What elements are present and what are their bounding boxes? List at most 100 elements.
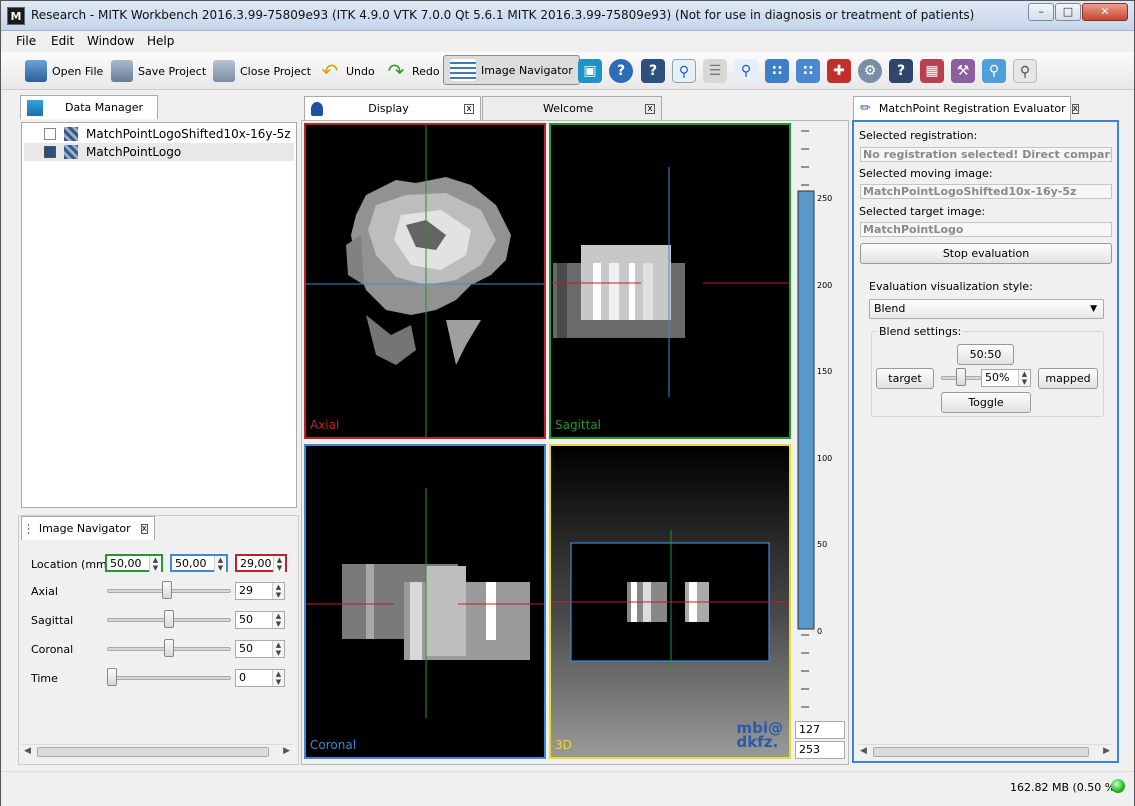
time-value: 0 bbox=[239, 671, 246, 684]
help-icon[interactable]: ? bbox=[609, 59, 633, 83]
level-window-widget[interactable]: 250 200 150 100 50 0 bbox=[795, 123, 845, 721]
coronal-spinbox[interactable]: 50 ▲ ▼ bbox=[235, 640, 285, 658]
axial-view[interactable]: Axial bbox=[304, 123, 546, 439]
location-x-input[interactable]: 50,00 ▲ ▼ bbox=[105, 554, 163, 572]
axial-spinbox[interactable]: 29 ▲ ▼ bbox=[235, 582, 285, 600]
visualize-icon[interactable]: ⚲ bbox=[982, 59, 1006, 83]
query-icon[interactable]: ? bbox=[889, 59, 913, 83]
menu-edit[interactable]: Edit bbox=[51, 34, 74, 48]
spin-arrows-icon[interactable]: ▲ ▼ bbox=[272, 612, 284, 628]
location-y-input[interactable]: 50,00 ▲ ▼ bbox=[170, 554, 228, 572]
blend-mapped-button[interactable]: mapped bbox=[1038, 368, 1098, 389]
visibility-checkbox[interactable] bbox=[44, 128, 56, 140]
save-project-button[interactable]: Save Project bbox=[111, 57, 206, 85]
open-file-button[interactable]: Open File bbox=[25, 57, 103, 85]
location-y-value: 50,00 bbox=[175, 557, 207, 570]
tab-display[interactable]: Display x bbox=[304, 96, 481, 120]
spin-arrows-icon[interactable]: ▲ ▼ bbox=[272, 670, 284, 686]
level-value: 127 bbox=[799, 723, 820, 736]
blend-slider-thumb[interactable] bbox=[956, 368, 966, 386]
blend-toggle-button[interactable]: Toggle bbox=[941, 392, 1031, 413]
welcome-tab-label: Welcome bbox=[543, 102, 594, 115]
tree-node[interactable]: MatchPointLogoShifted10x-16y-5z bbox=[24, 125, 294, 143]
close-window-button[interactable]: ✕ bbox=[1082, 3, 1128, 21]
tree-node-selected[interactable]: MatchPointLogo bbox=[24, 143, 294, 161]
time-slider-track[interactable] bbox=[107, 676, 231, 680]
close-tab-icon[interactable]: x bbox=[1071, 103, 1079, 114]
blend-5050-button[interactable]: 50:50 bbox=[957, 344, 1014, 365]
axial-slider-thumb[interactable] bbox=[161, 581, 172, 599]
inspect-icon[interactable]: ⚲ bbox=[1013, 59, 1037, 83]
help-list-icon[interactable]: ? bbox=[641, 59, 665, 83]
tab-data-manager[interactable]: Data Manager bbox=[20, 95, 158, 119]
navigator-hscrollbar[interactable]: ◀ ▶ bbox=[21, 744, 293, 758]
blend-percent-value: 50% bbox=[985, 371, 1010, 384]
search-icon[interactable]: ⚲ bbox=[672, 59, 696, 83]
spin-arrows-icon[interactable]: ▲ ▼ bbox=[272, 583, 284, 599]
scroll-right-icon[interactable]: ▶ bbox=[1103, 746, 1110, 756]
scroll-left-icon[interactable]: ◀ bbox=[860, 746, 867, 756]
scroll-right-icon[interactable]: ▶ bbox=[283, 746, 290, 756]
scroll-thumb[interactable] bbox=[37, 747, 269, 757]
gear-icon[interactable]: ⚙ bbox=[858, 59, 882, 83]
image-navigator-button[interactable]: Image Navigator bbox=[443, 55, 580, 85]
scroll-left-icon[interactable]: ◀ bbox=[24, 746, 31, 756]
target-image-label: Selected target image: bbox=[859, 205, 986, 218]
location-z-input[interactable]: 29,00 ▲ ▼ bbox=[235, 554, 287, 572]
sliders-icon bbox=[450, 59, 476, 81]
minimize-button[interactable]: – bbox=[1028, 3, 1054, 21]
level-input[interactable]: 127 bbox=[795, 721, 845, 739]
stop-evaluation-button[interactable]: Stop evaluation bbox=[860, 243, 1112, 264]
menu-bar: File Edit Window Help bbox=[1, 31, 1134, 52]
zoom-icon[interactable]: ⚲ bbox=[734, 59, 758, 83]
blend-percent-spinbox[interactable]: 50% ▲ ▼ bbox=[981, 369, 1031, 387]
display-tab-label: Display bbox=[368, 102, 409, 115]
close-tab-icon[interactable]: x bbox=[645, 103, 655, 114]
coronal-value: 50 bbox=[239, 642, 253, 655]
coronal-view[interactable]: Coronal bbox=[304, 444, 546, 759]
spin-arrows-icon[interactable]: ▲ ▼ bbox=[273, 556, 285, 572]
maximize-button[interactable]: □ bbox=[1055, 3, 1081, 21]
registration-icon[interactable]: ∷ bbox=[796, 59, 820, 83]
tab-welcome[interactable]: Welcome x bbox=[482, 96, 662, 120]
spin-arrows-icon[interactable]: ▲ ▼ bbox=[149, 556, 161, 572]
mapper-icon[interactable]: ▦ bbox=[920, 59, 944, 83]
coronal-image bbox=[306, 488, 544, 718]
evaluator-hscrollbar[interactable]: ◀ ▶ bbox=[857, 744, 1113, 758]
points-icon[interactable]: ∷ bbox=[765, 59, 789, 83]
coronal-slider-thumb[interactable] bbox=[164, 639, 174, 657]
undo-button[interactable]: ↶ Undo bbox=[319, 57, 375, 85]
visibility-checkbox[interactable] bbox=[44, 146, 56, 158]
close-tab-icon[interactable]: x bbox=[463, 103, 474, 114]
display-icon bbox=[311, 101, 323, 116]
time-slider-thumb[interactable] bbox=[107, 668, 117, 686]
logging-icon[interactable]: ☰ bbox=[703, 59, 727, 83]
view-3d[interactable]: mbi@ dkfz. 3D bbox=[549, 444, 791, 759]
tab-registration-evaluator[interactable]: ✏ MatchPoint Registration Evaluator x bbox=[853, 96, 1079, 120]
tools-icon[interactable]: ⚒ bbox=[951, 59, 975, 83]
close-tab-icon[interactable]: x bbox=[140, 523, 148, 534]
menu-file[interactable]: File bbox=[16, 34, 36, 48]
time-spinbox[interactable]: 0 ▲ ▼ bbox=[235, 669, 285, 687]
spin-arrows-icon[interactable]: ▲ ▼ bbox=[214, 556, 226, 572]
spin-arrows-icon[interactable]: ▲ ▼ bbox=[1018, 370, 1030, 386]
spin-arrows-icon[interactable]: ▲ ▼ bbox=[272, 641, 284, 657]
redo-button[interactable]: ↷ Redo bbox=[385, 57, 440, 85]
folder-icon bbox=[25, 60, 47, 82]
close-project-button[interactable]: Close Project bbox=[213, 57, 311, 85]
sagittal-view[interactable]: Sagittal bbox=[549, 123, 791, 439]
sagittal-slider-thumb[interactable] bbox=[164, 610, 174, 628]
manipulate-icon[interactable]: ✚ bbox=[827, 59, 851, 83]
menu-window[interactable]: Window bbox=[87, 34, 134, 48]
main-toolbar: Open File Save Project Close Project ↶ U… bbox=[1, 52, 1134, 90]
cube-icon[interactable]: ▣ bbox=[578, 59, 602, 83]
window-input[interactable]: 253 bbox=[795, 741, 845, 759]
redo-icon: ↷ bbox=[387, 59, 405, 83]
sagittal-spinbox[interactable]: 50 ▲ ▼ bbox=[235, 611, 285, 629]
tab-image-navigator[interactable]: Image Navigator x bbox=[21, 516, 155, 540]
blend-target-button[interactable]: target bbox=[876, 368, 934, 389]
scroll-thumb[interactable] bbox=[873, 747, 1089, 757]
menu-help[interactable]: Help bbox=[147, 34, 174, 48]
visualization-style-select[interactable]: Blend ▼ bbox=[869, 299, 1104, 319]
sagittal-label: Sagittal bbox=[31, 614, 74, 627]
